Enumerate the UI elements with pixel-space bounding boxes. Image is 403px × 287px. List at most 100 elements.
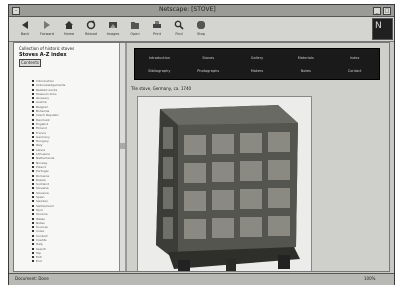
nav-heading: Collection of historic stoves [19,46,75,51]
nav-scroll-thumb[interactable] [120,143,125,149]
find-button[interactable]: Find [169,19,189,39]
bullet-icon [32,230,34,233]
navigation-frame: Collection of historic stoves Stoves A-Z… [14,43,127,271]
menu-item[interactable]: Gallery [233,52,282,64]
bullet-icon [32,183,34,186]
bullet-icon [32,101,34,104]
bullet-icon [32,148,34,151]
maximize-button[interactable]: □ [383,7,391,15]
window-menu-button[interactable]: - [12,7,20,15]
bullet-icon [32,187,34,190]
bullet-icon [32,170,34,173]
print-button[interactable]: Print [147,19,167,39]
reload-icon [86,20,96,30]
menu-item[interactable]: Materials [281,52,330,64]
menu-item[interactable]: Notes [281,65,330,77]
find-icon [174,20,184,30]
bullet-icon [32,161,34,164]
stop-icon [197,21,205,29]
images-label: Images [106,32,120,36]
bullet-icon [32,144,34,147]
print-icon [153,21,161,28]
forward-arrow-icon [44,21,50,29]
bullet-icon [32,131,34,134]
stop-label: Stop [197,32,205,36]
home-button[interactable]: Home [59,19,79,39]
bullet-icon [32,174,34,177]
open-button[interactable]: Open [125,19,145,39]
bullet-icon [32,84,34,87]
bullet-icon [32,127,34,130]
status-bar: Document: Done 100% [9,273,394,285]
bullet-icon [32,234,34,237]
image-caption: Tile stove, Germany, ca. 1740 [131,86,192,91]
bullet-icon [32,251,34,254]
menu-item[interactable]: Stoves [184,52,233,64]
menu-item[interactable]: Bibliography [135,65,184,77]
bullet-icon [32,88,34,91]
back-button[interactable]: Back [15,19,35,39]
bullet-icon [32,260,34,263]
menu-item[interactable]: Index [330,52,379,64]
menu-item[interactable]: Contact [330,65,379,77]
bullet-icon [32,140,34,143]
bullet-icon [32,92,34,95]
reload-label: Reload [85,32,97,36]
content-area: Collection of historic stoves Stoves A-Z… [13,42,390,272]
bullet-icon [32,122,34,125]
bullet-icon [32,110,34,113]
forward-label: Forward [39,32,55,36]
home-label: Home [63,32,75,36]
print-label: Print [152,32,162,36]
bullet-icon [32,178,34,181]
bullet-icon [32,191,34,194]
contents-button[interactable]: Contents [19,59,41,67]
nav-link[interactable]: End [32,259,120,263]
forward-button[interactable]: Forward [37,19,57,39]
back-arrow-icon [22,21,28,29]
bullet-icon [32,153,34,156]
menu-item[interactable]: Makers [233,65,282,77]
minimize-button[interactable]: _ [373,7,381,15]
reload-button[interactable]: Reload [81,19,101,39]
bullet-icon [32,114,34,117]
open-label: Open [130,32,140,36]
bullet-icon [32,247,34,250]
bullet-icon [32,105,34,108]
bullet-icon [32,200,34,203]
bullet-icon [32,196,34,199]
nav-scrollbar[interactable] [119,43,125,271]
bullet-icon [32,213,34,216]
menu-item[interactable]: Photographs [184,65,233,77]
images-icon [109,22,117,28]
open-icon [131,22,139,29]
back-label: Back [20,32,30,36]
nav-link-label[interactable]: End [36,259,42,263]
bullet-icon [32,208,34,211]
bullet-icon [32,238,34,241]
bullet-icon [32,221,34,224]
status-text: Document: Done [15,276,49,281]
stove-image [138,97,311,271]
menu-item[interactable]: Introduction [135,52,184,64]
bullet-icon [32,243,34,246]
bullet-icon [32,80,34,82]
menu-bar: Introduction Stoves Gallery Materials Index B… [134,48,380,80]
bullet-icon [32,157,34,160]
bullet-icon [32,217,34,220]
title-bar[interactable]: - Netscape: [STOVE] _ □ [9,5,394,17]
bullet-icon [32,256,34,259]
bullet-icon [32,226,34,229]
images-button[interactable]: Images [103,19,123,39]
toolbar: Back Forward Home Reload Images Open Pri… [9,17,394,42]
bullet-icon [32,118,34,121]
home-icon [65,21,73,29]
bullet-icon [32,165,34,168]
bullet-icon [32,204,34,207]
find-label: Find [175,32,183,36]
nav-list: Introduction Acknowledgements Related work… [32,79,120,264]
window-title: Netscape: [STOVE] [159,6,216,13]
bullet-icon [32,135,34,138]
stop-button[interactable]: Stop [191,19,211,39]
nav-subheading: Stoves A-Z index [19,52,67,58]
